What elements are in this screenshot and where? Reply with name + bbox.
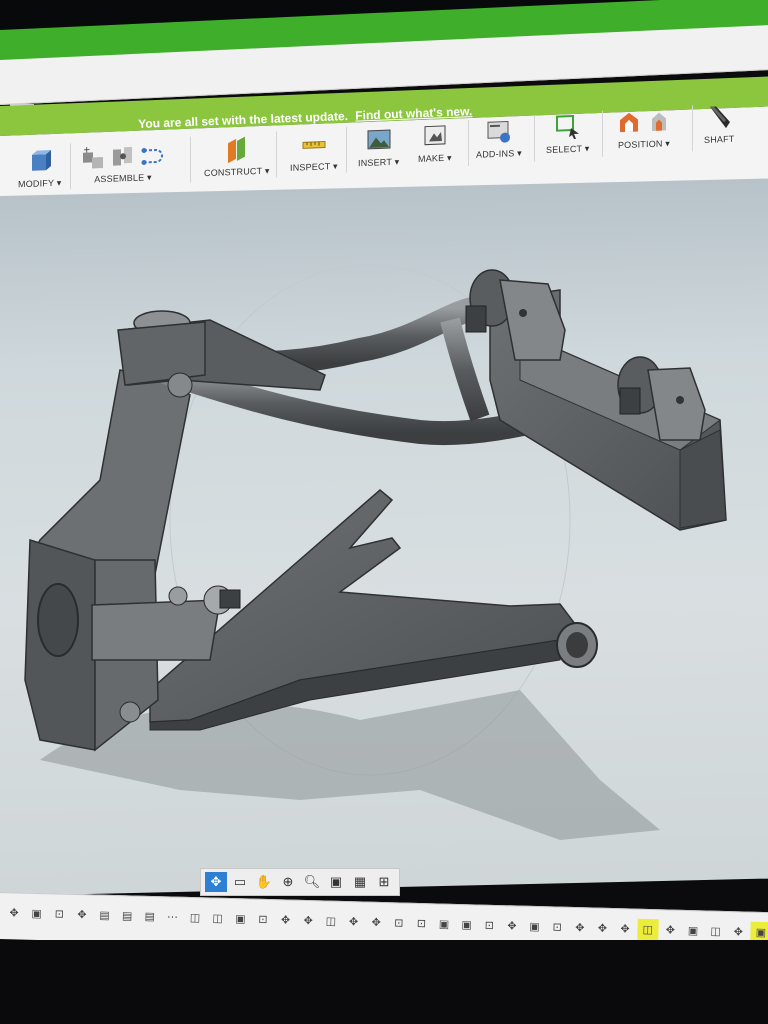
timeline-feature-icon[interactable]: ✥ xyxy=(660,919,681,941)
separator xyxy=(276,131,277,178)
dropdown-arrow: ▾ xyxy=(264,165,270,176)
separator xyxy=(692,105,693,152)
dropdown-arrow: ▾ xyxy=(147,172,152,183)
timeline-feature-icon[interactable]: ⊡ xyxy=(252,909,273,931)
separator xyxy=(346,126,347,173)
zoom-window-icon[interactable]: 🔍︎ xyxy=(301,872,323,892)
joint-icon xyxy=(113,146,132,166)
timeline-feature-icon[interactable]: ▣ xyxy=(26,903,47,925)
timeline-feature-icon[interactable]: ✥ xyxy=(592,918,613,940)
modify-menu[interactable]: MODIFY ▾ xyxy=(18,148,61,191)
timeline-feature-icon[interactable]: ✥ xyxy=(366,912,387,934)
orbit-icon[interactable]: ✥ xyxy=(205,872,227,892)
dropdown-arrow: ▾ xyxy=(665,138,671,149)
zoom-icon[interactable]: ⊕ xyxy=(277,872,299,892)
timeline-feature-icon[interactable]: ⊡ xyxy=(479,915,500,937)
timeline-feature-icon[interactable]: ◫ xyxy=(705,920,726,942)
assemble-label: ASSEMBLE xyxy=(94,172,145,185)
display-settings-icon[interactable]: ▣ xyxy=(325,872,347,892)
new-component-icon: + xyxy=(83,146,103,169)
dropdown-arrow: ▾ xyxy=(447,152,452,163)
viewports-icon[interactable]: ⊞ xyxy=(373,872,395,892)
separator xyxy=(534,115,535,162)
timeline-feature-icon[interactable]: ⊡ xyxy=(411,913,432,935)
svg-text:+: + xyxy=(83,146,91,156)
timeline-feature-icon[interactable]: ◫ xyxy=(637,918,659,941)
revert-position-icon xyxy=(652,112,666,131)
add-ins-menu[interactable]: ADD-INS ▾ xyxy=(476,118,522,161)
select-label: SELECT xyxy=(546,143,583,156)
shaft-button[interactable]: SHAFT xyxy=(704,104,735,145)
dropdown-arrow: ▾ xyxy=(394,156,400,167)
timeline-feature-icon[interactable]: ⊡ xyxy=(547,916,568,938)
look-at-icon[interactable]: ▭ xyxy=(229,872,251,892)
timeline-feature-icon[interactable]: ▣ xyxy=(456,914,477,936)
timeline-feature-icon[interactable]: ▣ xyxy=(230,908,251,930)
timeline-feature-icon[interactable]: ⊡ xyxy=(49,903,70,925)
timeline-feature-icon[interactable]: ▤ xyxy=(117,905,138,927)
timeline-feature-icon[interactable]: ✥ xyxy=(343,911,364,933)
timeline-feature-icon[interactable]: ◫ xyxy=(185,907,206,929)
measure-icon xyxy=(302,141,326,149)
timeline-feature-icon[interactable]: ✥ xyxy=(298,910,319,932)
monitor-bezel-bottom xyxy=(0,940,768,1024)
timeline-feature-icon[interactable]: ✥ xyxy=(275,909,296,931)
timeline-feature-icon[interactable]: ◫ xyxy=(207,907,228,929)
construct-menu[interactable]: CONSTRUCT ▾ xyxy=(204,136,270,180)
shaft-icon xyxy=(710,106,731,129)
dropdown-arrow: ▾ xyxy=(517,147,522,159)
timeline-feature-icon[interactable]: ▣ xyxy=(682,920,703,942)
offset-plane-icon xyxy=(227,136,245,164)
modify-label: MODIFY xyxy=(18,177,55,190)
shaft-label: SHAFT xyxy=(704,133,735,145)
timeline-feature-icon[interactable]: ▣ xyxy=(524,916,545,938)
timeline-feature-icon[interactable]: ⊡ xyxy=(388,912,409,934)
insert-image-icon xyxy=(367,129,391,150)
timeline-feature-icon[interactable]: ✥ xyxy=(569,917,590,939)
inspect-label: INSPECT xyxy=(290,161,331,173)
timeline-feature-icon[interactable]: ⋯ xyxy=(162,906,183,928)
capture-position-icon xyxy=(620,112,638,133)
fusion-screen: × You are all set with the latest update… xyxy=(0,0,768,1024)
frame-bracket xyxy=(465,269,727,531)
3d-print-icon xyxy=(424,125,446,146)
dropdown-arrow: ▾ xyxy=(332,161,338,172)
timeline-feature-icon[interactable]: ▣ xyxy=(433,913,454,935)
motion-link-icon xyxy=(141,147,163,165)
suspension-model[interactable] xyxy=(0,220,768,860)
insert-menu[interactable]: INSERT ▾ xyxy=(358,127,399,170)
navigation-bar: ✥ ▭ ✋ ⊕ 🔍︎ ▣ ▦ ⊞ xyxy=(200,868,400,896)
grid-icon[interactable]: ▦ xyxy=(349,872,371,892)
timeline-feature-icon[interactable]: ◫ xyxy=(320,910,341,932)
position-label: POSITION xyxy=(617,138,663,151)
make-label: MAKE xyxy=(418,152,445,164)
press-pull-icon xyxy=(31,150,51,171)
pan-icon[interactable]: ✋ xyxy=(253,872,275,892)
dropdown-arrow: ▾ xyxy=(56,177,62,188)
timeline-feature-icon[interactable]: ▤ xyxy=(139,906,160,928)
separator xyxy=(70,143,71,190)
make-menu[interactable]: MAKE ▾ xyxy=(418,123,452,165)
dropdown-arrow: ▾ xyxy=(584,143,590,154)
separator xyxy=(468,119,469,167)
select-box-icon xyxy=(555,114,579,139)
insert-label: INSERT xyxy=(358,156,392,169)
timeline-feature-icon[interactable]: ✥ xyxy=(71,904,92,926)
timeline-feature-icon[interactable]: ✥ xyxy=(615,918,636,940)
inspect-menu[interactable]: INSPECT ▾ xyxy=(290,131,338,174)
separator xyxy=(602,110,603,157)
separator xyxy=(190,136,191,183)
select-menu[interactable]: SELECT ▾ xyxy=(546,113,589,156)
assemble-menu[interactable]: + ASSEMBLE ▾ xyxy=(80,142,166,186)
position-menu[interactable]: POSITION ▾ xyxy=(616,108,672,151)
timeline-feature-icon[interactable]: ▤ xyxy=(94,904,115,926)
timeline-feature-icon[interactable]: ✥ xyxy=(501,915,522,937)
add-ins-label: ADD-INS xyxy=(476,148,515,160)
construct-label: CONSTRUCT xyxy=(204,165,263,179)
timeline-feature-icon[interactable]: ✥ xyxy=(3,902,24,924)
scripts-icon xyxy=(487,120,510,143)
